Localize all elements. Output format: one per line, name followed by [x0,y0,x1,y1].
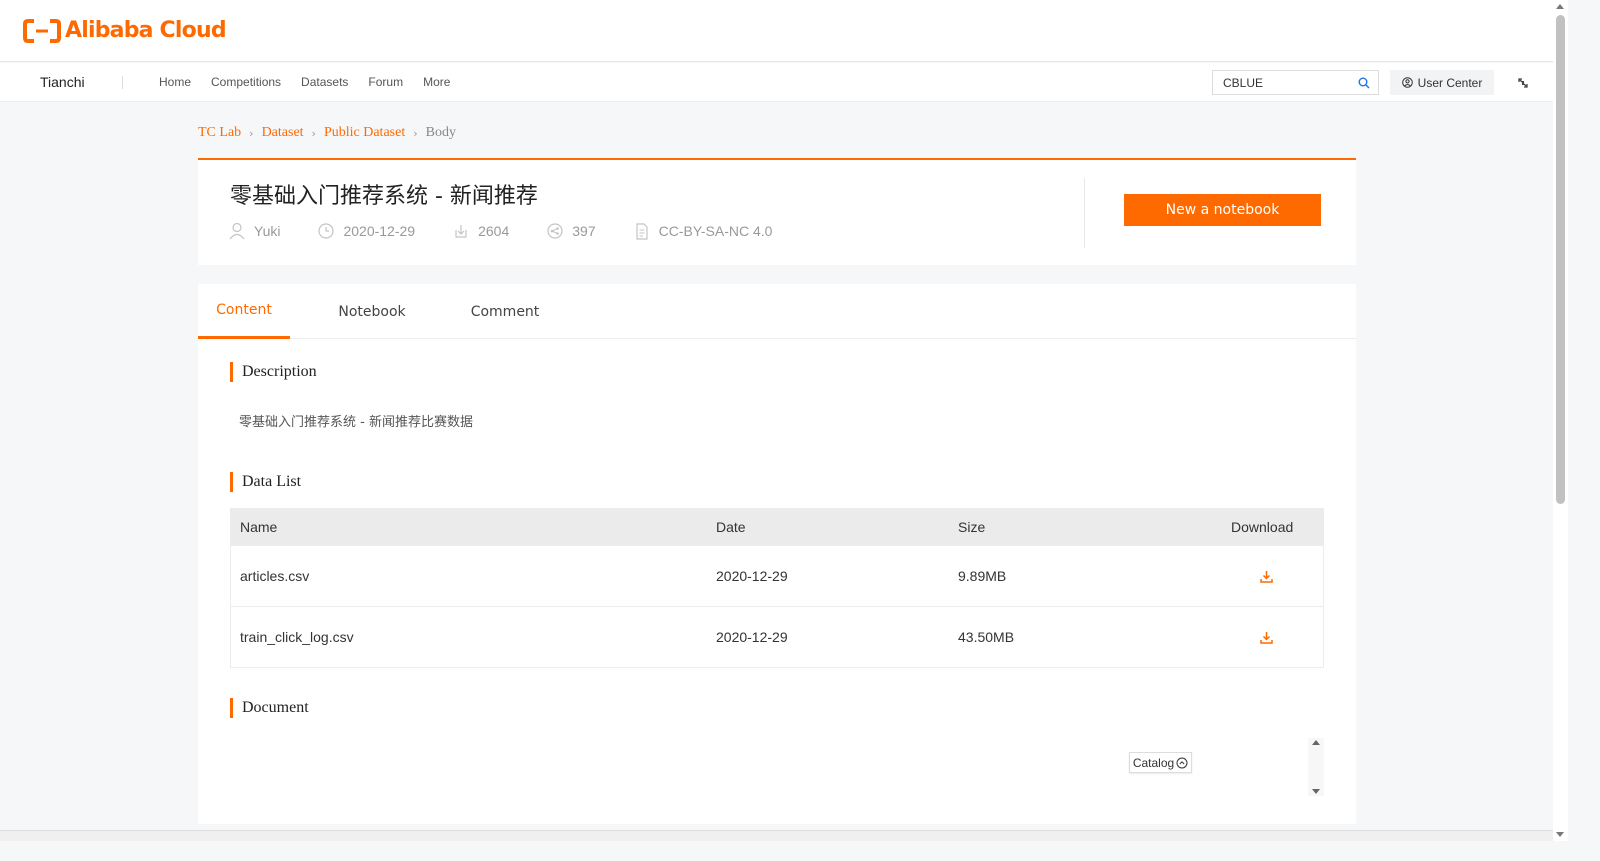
section-title-description: Description [230,362,317,382]
chevron-right-icon: › [413,126,418,140]
scroll-down-arrow-icon[interactable] [1312,789,1320,794]
data-list-table: Name Date Size Download articles.csv 202… [230,508,1324,668]
nav-divider [122,76,123,89]
user-center-button[interactable]: User Center [1390,70,1494,95]
top-logo-bar: Alibaba Cloud [0,0,1568,62]
dataset-meta: Yuki 2020-12-29 2604 397 CC-BY-SA-NC 4.0 [229,222,772,240]
tab-comment[interactable]: Comment [459,284,551,339]
user-center-label: User Center [1417,75,1483,90]
tab-notebook[interactable]: Notebook [326,284,418,339]
breadcrumb-dataset[interactable]: Dataset [262,125,304,141]
tab-content[interactable]: Content [198,284,290,339]
document-icon [636,222,648,240]
description-text: 零基础入门推荐系统 - 新闻推荐比赛数据 [239,415,473,430]
nav-link-forum[interactable]: Forum [368,75,403,89]
section-title-data-list: Data List [230,472,301,492]
file-name: articles.csv [240,568,310,584]
download-count: 2604 [478,223,510,239]
author-name: Yuki [254,223,281,239]
chevron-right-icon: › [311,126,316,140]
nav-bar: Tianchi Home Competitions Datasets Forum… [0,63,1568,102]
tab-bar: Content Notebook Comment [198,284,1356,339]
dataset-date: 2020-12-29 [343,223,416,239]
scroll-up-arrow-icon[interactable] [1556,4,1564,9]
nav-link-competitions[interactable]: Competitions [211,75,281,89]
scrollbar-thumb[interactable] [1556,15,1565,504]
new-notebook-button[interactable]: New a notebook [1124,194,1321,226]
page-title: 零基础入门推荐系统 - 新闻推荐 [230,184,538,209]
share-count: 397 [572,223,596,239]
meta-date: 2020-12-29 [318,223,415,239]
catalog-label: Catalog [1132,755,1175,770]
scroll-down-arrow-icon[interactable] [1556,832,1564,837]
catalog-button[interactable]: Catalog [1129,752,1192,773]
document-scrollbar[interactable] [1308,738,1324,796]
nav-link-datasets[interactable]: Datasets [301,75,348,89]
search-box [1212,70,1379,95]
search-input[interactable] [1213,71,1348,94]
file-date: 2020-12-29 [716,568,788,584]
meta-shares: 397 [547,223,596,239]
meta-license: CC-BY-SA-NC 4.0 [634,222,773,240]
logo-text: Alibaba Cloud [65,18,227,43]
file-size: 43.50MB [958,629,1015,645]
chevron-right-icon: › [249,126,254,140]
share-icon [547,223,563,239]
breadcrumb-public-dataset[interactable]: Public Dataset [324,125,405,141]
page-vertical-scrollbar[interactable] [1553,0,1568,841]
page-horizontal-scrollbar[interactable] [0,830,1553,841]
download-icon[interactable] [1260,546,1273,606]
header-name: Name [240,519,278,535]
breadcrumb: TC Lab › Dataset › Public Dataset › Body [198,125,456,141]
table-row: train_click_log.csv 2020-12-29 43.50MB [231,606,1323,667]
circle-up-icon [1176,757,1188,768]
table-row: articles.csv 2020-12-29 9.89MB [231,545,1323,606]
breadcrumb-tc-lab[interactable]: TC Lab [198,125,241,141]
breadcrumb-current: Body [425,125,456,140]
section-title-document: Document [230,698,309,718]
file-size: 9.89MB [958,568,1007,584]
nav-link-more[interactable]: More [423,75,450,89]
header-date: Date [716,519,746,535]
refresh-icon[interactable] [1517,76,1529,94]
user-icon [229,222,245,240]
alibaba-cloud-logo-icon [23,18,61,43]
scroll-up-arrow-icon[interactable] [1312,740,1320,745]
header-size: Size [958,519,986,535]
header-download: Download [1231,519,1294,535]
table-header: Name Date Size Download [231,509,1323,545]
nav-links: Home Competitions Datasets Forum More [159,75,470,89]
license-text: CC-BY-SA-NC 4.0 [658,223,773,239]
file-date: 2020-12-29 [716,629,788,645]
file-name: train_click_log.csv [240,629,354,645]
download-icon[interactable] [1260,607,1273,667]
clock-icon [318,223,335,239]
meta-author: Yuki [229,222,280,240]
search-icon[interactable] [1358,76,1370,94]
dataset-header-card: 零基础入门推荐系统 - 新闻推荐 Yuki 2020-12-29 2604 39… [198,158,1356,265]
nav-brand-tianchi[interactable]: Tianchi [40,74,85,90]
download-icon [455,225,467,238]
header-divider [1084,178,1085,248]
alibaba-cloud-logo[interactable]: Alibaba Cloud [23,18,227,43]
meta-downloads: 2604 [453,223,509,239]
content-card: Content Notebook Comment Description 零基础… [198,284,1356,824]
nav-link-home[interactable]: Home [159,75,191,89]
user-circle-icon [1401,77,1413,88]
